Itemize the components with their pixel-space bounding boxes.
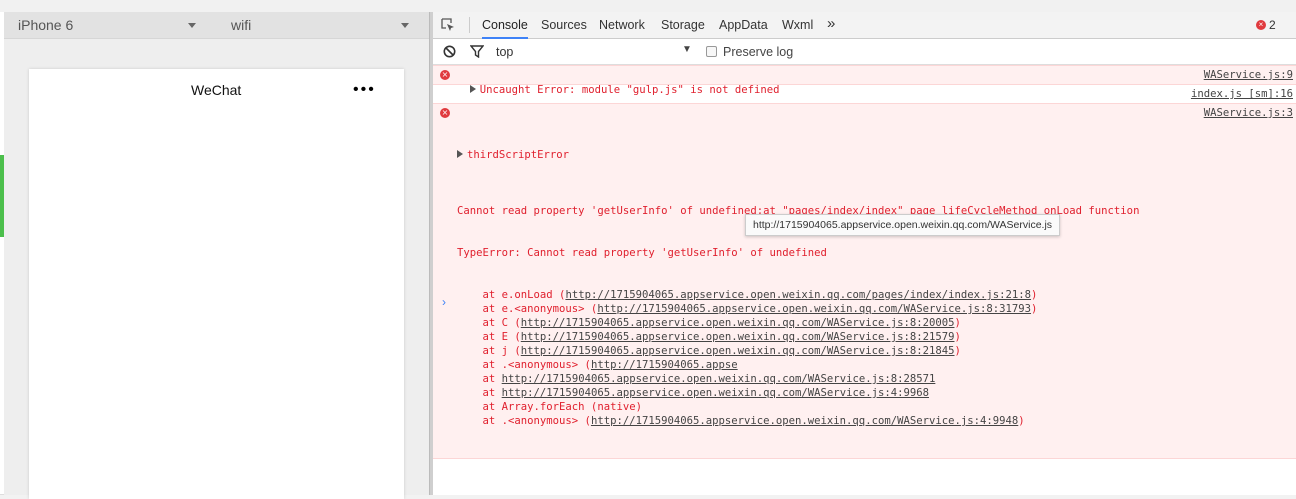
frame-link[interactable]: http://1715904065.appse [591,359,738,371]
device-chevron-down-icon[interactable] [188,23,196,28]
frame-text: at .<anonymous> ( [457,415,591,427]
stack-frame: at .<anonymous> (http://1715904065.appse [457,358,1196,372]
message-text: thirdScriptError [467,149,570,161]
stack-frame: at E (http://1715904065.appservice.open.… [457,330,1196,344]
context-chevron-down-icon[interactable]: ▼ [682,44,692,55]
tab-storage[interactable]: Storage [661,18,705,32]
source-link[interactable]: index.js [sm]:16 [1191,87,1293,101]
frame-link[interactable]: http://1715904065.appservice.open.weixin… [597,303,1031,315]
frame-text: at .<anonymous> ( [457,359,591,371]
tab-wxml[interactable]: Wxml [782,18,813,32]
frame-text: at C ( [457,317,521,329]
frame-link[interactable]: http://1715904065.appservice.open.weixin… [521,317,955,329]
console-filter-bar: top ▼ Preserve log [433,39,1296,65]
device-select[interactable]: iPhone 6 [18,17,73,33]
frame-text: at E ( [457,331,521,343]
frame-text: ) [1031,303,1038,315]
inspect-element-icon[interactable] [441,18,455,32]
simulator-toolbar: iPhone 6 wifi [4,12,429,39]
stack-frame: at e.<anonymous> (http://1715904065.apps… [457,302,1196,316]
frame-text: ) [954,317,961,329]
frame-link[interactable]: http://1715904065.appservice.open.weixin… [521,345,955,357]
frame-link[interactable]: http://1715904065.appservice.open.weixin… [591,415,1018,427]
simulator-panel: iPhone 6 wifi WeChat ••• [4,12,429,499]
page-title: WeChat [191,82,242,98]
error-icon: × [440,108,450,118]
filter-icon[interactable] [470,45,484,58]
devtools-panel: Console Sources Network Storage AppData … [433,12,1296,495]
stack-frame: at C (http://1715904065.appservice.open.… [457,316,1196,330]
clear-console-icon[interactable] [443,45,456,58]
console-message-log: onLoad index.js [sm]:16 [433,85,1296,114]
error-icon: × [1256,20,1266,30]
console-prompt-icon[interactable]: › [442,295,446,309]
top-strip [0,0,1296,12]
stack-frame: at e.onLoad (http://1715904065.appservic… [457,288,1196,302]
frame-text: at e.<anonymous> ( [457,303,598,315]
stack-frame: at .<anonymous> (http://1715904065.appse… [457,414,1196,428]
error-detail: TypeError: Cannot read property 'getUser… [457,247,827,259]
network-chevron-down-icon[interactable] [401,23,409,28]
frame-text: at e.onLoad ( [457,289,566,301]
frame-text: at Array.forEach (native) [457,401,642,413]
context-select[interactable]: top [496,45,513,59]
frame-text: at [457,373,502,385]
frame-text: ) [954,331,961,343]
stack-frame: at j (http://1715904065.appservice.open.… [457,344,1196,358]
stack-frame: at Array.forEach (native) [457,400,1196,414]
error-icon: × [440,70,450,80]
more-tabs-button[interactable]: » [827,15,835,32]
frame-text: ) [1031,289,1038,301]
network-select[interactable]: wifi [231,17,251,33]
tab-network[interactable]: Network [599,18,645,32]
frame-text: ) [1018,415,1025,427]
tooltip: http://1715904065.appservice.open.weixin… [745,214,1061,236]
frame-link[interactable]: http://1715904065.appservice.open.weixin… [502,373,936,385]
frame-text: ) [954,345,961,357]
divider [469,17,470,33]
stack-trace: at e.onLoad (http://1715904065.appservic… [457,288,1196,428]
error-count[interactable]: 2 [1269,18,1276,32]
console-message-error: × Uncaught Error: module "gulp.js" is not… [433,65,1296,96]
frame-link[interactable]: http://1715904065.appservice.open.weixin… [502,387,929,399]
phone-screen: WeChat ••• [29,69,404,499]
tab-appdata[interactable]: AppData [719,18,768,32]
frame-text: at [457,387,502,399]
preserve-log-label: Preserve log [723,45,794,59]
stack-frame: at http://1715904065.appservice.open.wei… [457,372,1196,386]
tab-sources[interactable]: Sources [541,18,587,32]
source-link[interactable]: WAService.js:9 [1204,68,1293,82]
source-link[interactable]: WAService.js:3 [1204,106,1293,120]
more-menu-icon[interactable]: ••• [353,82,376,98]
expand-triangle-icon[interactable] [457,150,463,158]
frame-link[interactable]: http://1715904065.appservice.open.weixin… [521,331,955,343]
console-message-error: × thirdScriptError WAService.js:3 Cannot… [433,103,1296,459]
stack-frame: at http://1715904065.appservice.open.wei… [457,386,1196,400]
tab-console[interactable]: Console [482,18,528,39]
devtools-tabbar: Console Sources Network Storage AppData … [433,12,1296,39]
frame-link[interactable]: http://1715904065.appservice.open.weixin… [565,289,1031,301]
preserve-log-checkbox[interactable] [706,46,717,57]
frame-text: at j ( [457,345,521,357]
